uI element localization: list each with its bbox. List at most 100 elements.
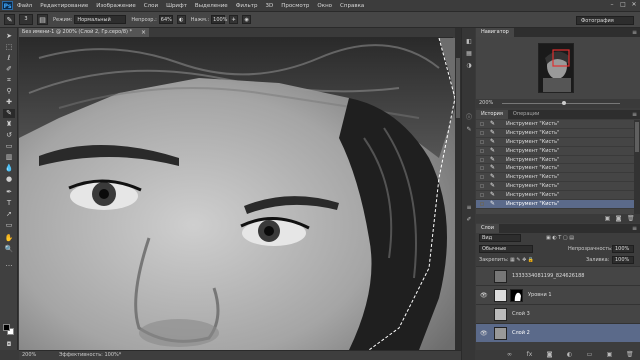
quick-select-tool-icon[interactable]: ✐ xyxy=(3,65,15,74)
tab-history[interactable]: История xyxy=(476,110,508,119)
more-tools-icon[interactable]: … xyxy=(3,260,15,269)
history-source-checkbox[interactable] xyxy=(480,166,484,171)
menu-file[interactable]: Файл xyxy=(13,3,36,9)
menu-type[interactable]: Шрифт xyxy=(162,3,191,9)
healing-tool-icon[interactable]: ✚ xyxy=(3,98,15,107)
pressure-opacity-icon[interactable]: ◐ xyxy=(176,15,186,24)
layer-opacity-field[interactable]: 100% xyxy=(612,245,634,253)
opacity-field[interactable]: 64% xyxy=(158,15,173,24)
menu-select[interactable]: Выделение xyxy=(191,3,232,9)
shape-tool-icon[interactable]: ▭ xyxy=(3,221,15,230)
status-zoom[interactable]: 200% xyxy=(22,351,36,360)
paths-panel-icon[interactable]: ✐ xyxy=(465,216,473,224)
navigator-zoom-slider[interactable] xyxy=(502,101,620,105)
history-menu-icon[interactable]: ≡ xyxy=(632,110,637,119)
crop-tool-icon[interactable]: ⌗ xyxy=(3,76,15,85)
pressure-size-icon[interactable]: ◉ xyxy=(242,15,252,24)
quick-mask-icon[interactable]: ◘ xyxy=(3,340,15,349)
zoom-tool-icon[interactable]: 🔍 xyxy=(3,245,15,254)
menu-view[interactable]: Просмотр xyxy=(277,3,313,9)
history-source-checkbox[interactable] xyxy=(480,122,484,126)
history-item[interactable]: ✎ Инструмент "Кисть" xyxy=(476,156,634,165)
eraser-tool-icon[interactable]: ▭ xyxy=(3,142,15,151)
new-layer-icon[interactable]: ▣ xyxy=(606,351,613,358)
add-mask-icon[interactable]: ◙ xyxy=(546,351,553,358)
color-panel-icon[interactable]: ◧ xyxy=(465,38,473,46)
brush-panel-icon[interactable]: ✎ xyxy=(465,126,473,134)
layer-filter-select[interactable]: Вид xyxy=(479,234,521,242)
status-efficiency[interactable]: Эффективность: 100%* xyxy=(59,351,121,360)
adjustments-panel-icon[interactable]: ◑ xyxy=(465,62,473,70)
history-item-selected[interactable]: ✎ Инструмент "Кисть" xyxy=(476,200,634,209)
menu-layers[interactable]: Слои xyxy=(140,3,162,9)
lock-icons[interactable]: ▦ ✎ ✥ 🔒 xyxy=(510,255,534,266)
navigator-slider-knob[interactable] xyxy=(562,101,566,105)
close-document-icon[interactable]: × xyxy=(141,28,146,37)
document-tab[interactable]: Без имени-1 @ 200% (Слой 2, Гр.серо/8) *… xyxy=(19,28,149,37)
history-item[interactable]: ✎ Инструмент "Кисть" xyxy=(476,147,634,156)
lasso-tool-icon[interactable]: ℓ xyxy=(3,54,15,63)
history-item[interactable]: ✎ Инструмент "Кисть" xyxy=(476,173,634,183)
menu-help[interactable]: Справка xyxy=(336,3,368,9)
menu-image[interactable]: Изображение xyxy=(92,3,140,9)
channels-panel-icon[interactable]: ≡ xyxy=(465,204,473,212)
workspace-select[interactable]: Фотография xyxy=(576,16,634,25)
history-source-checkbox[interactable] xyxy=(480,139,484,144)
navigator-zoom-value[interactable]: 200% xyxy=(479,99,493,108)
new-snapshot-icon[interactable]: ◙ xyxy=(615,215,622,222)
history-scroll-thumb[interactable] xyxy=(635,122,639,152)
layer-name[interactable]: Уровни 1 xyxy=(528,286,552,305)
foreground-color-swatch[interactable] xyxy=(3,324,10,331)
blur-tool-icon[interactable]: 💧 xyxy=(3,164,15,173)
new-adjustment-icon[interactable]: ◐ xyxy=(566,351,573,358)
dodge-tool-icon[interactable]: ● xyxy=(3,175,15,184)
navigator-menu-icon[interactable]: ≡ xyxy=(632,28,637,37)
link-layers-icon[interactable]: ∞ xyxy=(506,351,513,358)
brush-tool-preset-icon[interactable]: ✎ xyxy=(4,14,15,25)
history-item[interactable]: ✎ Инструмент "Кисть" xyxy=(476,138,634,147)
tab-navigator[interactable]: Навигатор xyxy=(476,28,514,37)
navigator-thumbnail[interactable] xyxy=(538,43,574,93)
airbrush-icon[interactable]: ✈ xyxy=(229,15,239,24)
history-source-checkbox[interactable] xyxy=(480,184,484,189)
menu-filter[interactable]: Фильтр xyxy=(232,3,262,9)
clone-stamp-tool-icon[interactable]: ♜ xyxy=(3,120,15,129)
layer-row-selected[interactable]: 👁 Слой 2 xyxy=(476,323,640,342)
brush-panel-toggle-icon[interactable]: ▤ xyxy=(37,14,48,25)
layer-name[interactable]: Слой 3 xyxy=(512,305,530,324)
menu-edit[interactable]: Редактирование xyxy=(36,3,92,9)
history-source-checkbox[interactable] xyxy=(480,130,484,135)
layer-blend-select[interactable]: Обычные xyxy=(479,245,533,253)
filter-icons[interactable]: ▣ ◐ T ▢ ▤ xyxy=(546,233,574,244)
brush-size-picker[interactable]: 3 xyxy=(19,14,33,25)
layer-row[interactable]: 1333334081199_824626188 xyxy=(476,266,640,285)
swatches-panel-icon[interactable]: ▦ xyxy=(465,50,473,58)
pen-tool-icon[interactable]: ✒ xyxy=(3,188,15,197)
layer-name[interactable]: Слой 2 xyxy=(512,324,530,343)
move-tool-icon[interactable]: ➤ xyxy=(3,32,15,41)
history-item[interactable]: ✎ Инструмент "Кисть" xyxy=(476,120,634,129)
layer-fill-field[interactable]: 100% xyxy=(612,256,634,264)
gradient-tool-icon[interactable]: ▥ xyxy=(3,153,15,162)
type-tool-icon[interactable]: T xyxy=(3,199,15,208)
menu-window[interactable]: Окно xyxy=(313,3,336,9)
history-item[interactable]: ✎ Инструмент "Кисть" xyxy=(476,164,634,174)
history-item[interactable]: ✎ Инструмент "Кисть" xyxy=(476,182,634,192)
history-source-checkbox[interactable] xyxy=(480,148,484,153)
eye-icon[interactable]: 👁 xyxy=(480,324,488,343)
maximize-button[interactable]: □ xyxy=(619,1,627,9)
history-brush-tool-icon[interactable]: ↺ xyxy=(3,131,15,140)
blend-mode-select[interactable]: Нормальный xyxy=(74,15,127,24)
history-source-checkbox[interactable] xyxy=(480,193,484,198)
path-select-tool-icon[interactable]: ➚ xyxy=(3,210,15,219)
eye-icon[interactable]: 👁 xyxy=(480,286,488,305)
layer-style-icon[interactable]: fx xyxy=(526,351,533,358)
history-source-checkbox[interactable] xyxy=(480,157,484,162)
layers-menu-icon[interactable]: ≡ xyxy=(632,224,637,233)
new-document-from-state-icon[interactable]: ▣ xyxy=(604,215,611,222)
layer-row[interactable]: Слой 3 xyxy=(476,304,640,323)
tab-actions[interactable]: Операции xyxy=(508,110,544,119)
delete-layer-icon[interactable]: 🗑 xyxy=(626,351,634,358)
document-canvas[interactable] xyxy=(19,38,455,350)
properties-panel-icon[interactable]: ⓘ xyxy=(465,114,473,122)
